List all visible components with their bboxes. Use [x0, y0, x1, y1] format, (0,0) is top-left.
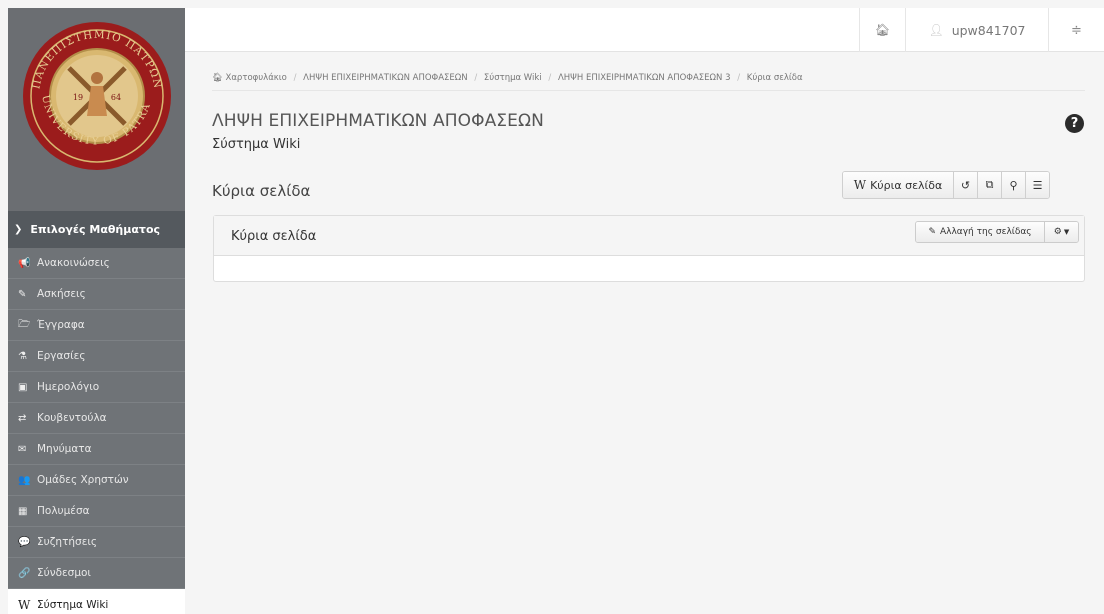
clone-icon: ⧉ [985, 178, 994, 191]
wiki-main-page-button[interactable]: W Κύρια σελίδα [843, 172, 953, 198]
caret-down-icon: ▼ [1063, 228, 1070, 236]
help-icon[interactable]: ? [1065, 114, 1084, 133]
sidebar-item-wikipedia[interactable]: W Σύστημα Wiki [8, 589, 185, 614]
list-icon: ☰ [1032, 178, 1043, 192]
sidebar-item-label: Ομάδες Χρηστών [37, 474, 129, 486]
module-subtitle: Σύστημα Wiki [212, 137, 301, 152]
course-options-header[interactable]: ❯ Επιλογές Μαθήματος [8, 211, 185, 248]
user-icon: 👤︎ [928, 23, 944, 37]
page-options-dropdown[interactable]: ⚙ ▼ [1044, 222, 1078, 242]
chevron-down-icon: ❯ [14, 224, 23, 235]
bullhorn-icon: 📢 [18, 257, 31, 269]
envelope-icon: ✉ [18, 443, 27, 455]
sidebar-item-calendar[interactable]: ▣ Ημερολόγιο [8, 372, 185, 403]
sidebar-item-label: Ανακοινώσεις [37, 257, 110, 269]
edit-page-button[interactable]: ✎ Αλλαγή της σελίδας [916, 222, 1044, 242]
sliders-icon: ≑ [1071, 22, 1082, 38]
main-content: 🏠︎ Χαρτοφυλάκιο / ΛΗΨΗ ΕΠΙΧΕΙΡΗΜΑΤΙΚΩΝ Α… [185, 52, 1104, 614]
sidebar-item-flask[interactable]: ⚗ Εργασίες [8, 341, 185, 372]
link-icon: 🔗 [18, 567, 31, 579]
sidebar-item-label: Κουβεντούλα [37, 412, 107, 424]
users-icon: 👥 [18, 474, 31, 486]
breadcrumb-item-wiki-instance[interactable]: ΛΗΨΗ ΕΠΙΧΕΙΡΗΜΑΤΙΚΩΝ ΑΠΟΦΑΣΕΩΝ 3 [558, 73, 731, 83]
sidebar-item-label: Έγγραφα [37, 319, 85, 331]
sidebar-item-folder-open[interactable]: 🗁 Έγγραφα [8, 310, 185, 341]
history-icon: ↺ [960, 178, 971, 192]
sidebar-item-label: Σύνδεσμοι [37, 567, 91, 579]
flask-icon: ⚗ [18, 350, 27, 362]
sidebar-item-bullhorn[interactable]: 📢 Ανακοινώσεις [8, 248, 185, 279]
sidebar-item-envelope[interactable]: ✉ Μηνύματα [8, 434, 185, 465]
sidebar-item-label: Ημερολόγιο [37, 381, 100, 393]
sidebar-item-label: Σύστημα Wiki [37, 598, 109, 611]
wiki-toolbar: W Κύρια σελίδα ↺ ⧉ ⚲ ☰ [842, 171, 1050, 199]
edit-page-label: Αλλαγή της σελίδας [939, 227, 1032, 237]
breadcrumb-item-current: Κύρια σελίδα [746, 73, 803, 83]
sidebar-item-label: Μηνύματα [37, 443, 92, 455]
panel-heading: Κύρια σελίδα ✎ Αλλαγή της σελίδας ⚙ ▼ [214, 216, 1084, 256]
sidebar-item-comments[interactable]: 💬 Συζητήσεις [8, 527, 185, 558]
edit-icon: ✎ [928, 227, 936, 237]
sidebar-item-label: Πολυμέσα [37, 505, 90, 517]
exchange-icon: ⇄ [18, 412, 27, 424]
sidebar-item-label: Συζητήσεις [37, 536, 98, 548]
wiki-page-panel: Κύρια σελίδα ✎ Αλλαγή της σελίδας ⚙ ▼ [213, 215, 1085, 282]
comments-icon: 💬 [18, 536, 31, 548]
panel-actions: ✎ Αλλαγή της σελίδας ⚙ ▼ [915, 221, 1079, 243]
breadcrumb-item-course[interactable]: ΛΗΨΗ ΕΠΙΧΕΙΡΗΜΑΤΙΚΩΝ ΑΠΟΦΑΣΕΩΝ [303, 73, 467, 83]
calendar-icon: ▣ [18, 381, 28, 393]
edit-icon: ✎ [18, 288, 27, 300]
user-menu[interactable]: 👤︎ upw841707 [905, 8, 1048, 52]
home-icon: 🏠︎ [874, 23, 891, 37]
history-button[interactable]: ↺ [953, 172, 977, 198]
folder-open-icon: 🗁 [18, 318, 31, 330]
wiki-page-heading: Κύρια σελίδα [212, 182, 311, 200]
breadcrumb-item-wiki[interactable]: Σύστημα Wiki [484, 73, 542, 83]
film-icon: ▦ [18, 505, 28, 517]
home-button[interactable]: 🏠︎ [859, 8, 905, 52]
breadcrumb-divider [212, 90, 1085, 91]
svg-text:19: 19 [72, 93, 82, 102]
username: upw841707 [951, 22, 1026, 38]
panel-title: Κύρια σελίδα [231, 229, 317, 244]
university-seal-logo[interactable]: ΠΑΝΕΠΙΣΤΗΜΙΟ ΠΑΤΡΩΝ UNIVERSITY OF PATRAS… [21, 20, 173, 172]
wiki-main-page-label: Κύρια σελίδα [870, 178, 943, 192]
settings-toggle-button[interactable]: ≑ [1048, 8, 1104, 52]
wikipedia-icon: W [853, 178, 867, 192]
breadcrumb-item-portfolio[interactable]: Χαρτοφυλάκιο [226, 73, 287, 83]
top-navbar: 🏠︎ 👤︎ upw841707 ≑ [185, 8, 1104, 52]
page-list-button[interactable]: ☰ [1025, 172, 1049, 198]
svg-text:64: 64 [110, 93, 120, 102]
copy-button[interactable]: ⧉ [977, 172, 1001, 198]
breadcrumb: 🏠︎ Χαρτοφυλάκιο / ΛΗΨΗ ΕΠΙΧΕΙΡΗΜΑΤΙΚΩΝ Α… [212, 73, 803, 83]
sidebar-item-users[interactable]: 👥 Ομάδες Χρηστών [8, 465, 185, 496]
sidebar-item-exchange[interactable]: ⇄ Κουβεντούλα [8, 403, 185, 434]
sidebar-item-film[interactable]: ▦ Πολυμέσα [8, 496, 185, 527]
course-options-label: Επιλογές Μαθήματος [30, 223, 161, 236]
wikipedia-icon: W [18, 597, 31, 612]
panel-body [214, 256, 1084, 281]
sidebar-item-label: Εργασίες [37, 350, 86, 362]
sidebar-item-link[interactable]: 🔗 Σύνδεσμοι [8, 558, 185, 589]
gear-icon: ⚙ [1053, 227, 1062, 237]
sidebar: ΠΑΝΕΠΙΣΤΗΜΙΟ ΠΑΤΡΩΝ UNIVERSITY OF PATRAS… [8, 8, 185, 614]
search-icon: ⚲ [1009, 178, 1018, 192]
sidebar-menu: 📢 Ανακοινώσεις ✎ Ασκήσεις 🗁 Έγγραφα ⚗ Εργασίες ▣… [8, 248, 185, 614]
logo-area: ΠΑΝΕΠΙΣΤΗΜΙΟ ΠΑΤΡΩΝ UNIVERSITY OF PATRAS… [8, 8, 185, 211]
sidebar-item-label: Ασκήσεις [37, 288, 86, 300]
search-button[interactable]: ⚲ [1001, 172, 1025, 198]
course-title[interactable]: ΛΗΨΗ ΕΠΙΧΕΙΡΗΜΑΤΙΚΩΝ ΑΠΟΦΑΣΕΩΝ [212, 111, 544, 131]
sidebar-item-edit[interactable]: ✎ Ασκήσεις [8, 279, 185, 310]
home-small-icon: 🏠︎ [212, 73, 226, 83]
